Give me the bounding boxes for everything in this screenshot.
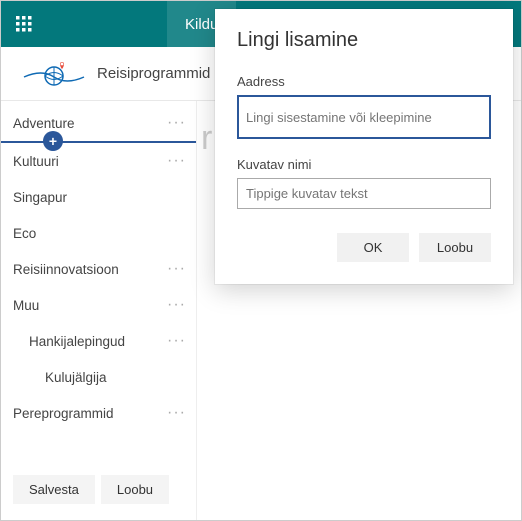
ok-button[interactable]: OK	[337, 233, 409, 262]
sidebar-item-kultuuri[interactable]: Kultuuri ···	[1, 143, 196, 179]
app-launcher-icon[interactable]	[1, 1, 47, 47]
ellipsis-icon[interactable]: ···	[167, 301, 186, 309]
sidebar-item-label: Adventure	[13, 116, 75, 131]
sidebar-item-hankijalepingud[interactable]: Hankijalepingud ···	[1, 323, 196, 359]
cancel-button[interactable]: Loobu	[101, 475, 169, 504]
brand-title: Reisiprogrammid	[97, 65, 210, 82]
sidebar-item-adventure[interactable]: Adventure ···	[1, 105, 196, 141]
sidebar-item-kulujalgija[interactable]: Kulujälgija	[1, 359, 196, 395]
dialog-title: Lingi lisamine	[237, 29, 491, 52]
sidebar-item-label: Reisiinnovatsioon	[13, 262, 119, 277]
sidebar-item-pereprogrammid[interactable]: Pereprogrammid ···	[1, 395, 196, 431]
insert-indicator: +	[1, 141, 196, 143]
display-name-label: Kuvatav nimi	[237, 157, 491, 172]
insert-link-dialog: Lingi lisamine Aadress Kuvatav nimi OK L…	[215, 9, 513, 284]
ellipsis-icon[interactable]: ···	[167, 337, 186, 345]
tab-label: Kildu	[185, 16, 218, 33]
dialog-buttons: OK Loobu	[237, 233, 491, 262]
ellipsis-icon[interactable]: ···	[167, 409, 186, 417]
address-label: Aadress	[237, 74, 491, 89]
globe-travel-icon	[19, 57, 89, 91]
ellipsis-icon[interactable]: ···	[167, 157, 186, 165]
sidebar-item-label: Kulujälgija	[45, 370, 107, 385]
dialog-cancel-button[interactable]: Loobu	[419, 233, 491, 262]
sidebar-item-label: Singapur	[13, 190, 67, 205]
sidebar-item-label: Pereprogrammid	[13, 406, 114, 421]
sidebar-item-singapur[interactable]: Singapur	[1, 179, 196, 215]
address-input[interactable]	[237, 95, 491, 139]
display-name-input[interactable]	[237, 178, 491, 209]
insert-plus-icon[interactable]: +	[43, 131, 63, 151]
sidebar-item-label: Kultuuri	[13, 154, 59, 169]
sidebar-item-label: Muu	[13, 298, 39, 313]
sidebar-item-eco[interactable]: Eco	[1, 215, 196, 251]
ellipsis-icon[interactable]: ···	[167, 265, 186, 273]
sidebar-item-muu[interactable]: Muu ···	[1, 287, 196, 323]
sidebar-footer-buttons: Salvesta Loobu	[13, 475, 169, 504]
sidebar-item-label: Eco	[13, 226, 36, 241]
sidebar-item-reisiinnovatsioon[interactable]: Reisiinnovatsioon ···	[1, 251, 196, 287]
sidebar: Adventure ··· + Kultuuri ··· Singapur Ec…	[1, 101, 197, 520]
background-content: r	[201, 119, 212, 158]
save-button[interactable]: Salvesta	[13, 475, 95, 504]
sidebar-item-label: Hankijalepingud	[29, 334, 125, 349]
ellipsis-icon[interactable]: ···	[167, 119, 186, 127]
